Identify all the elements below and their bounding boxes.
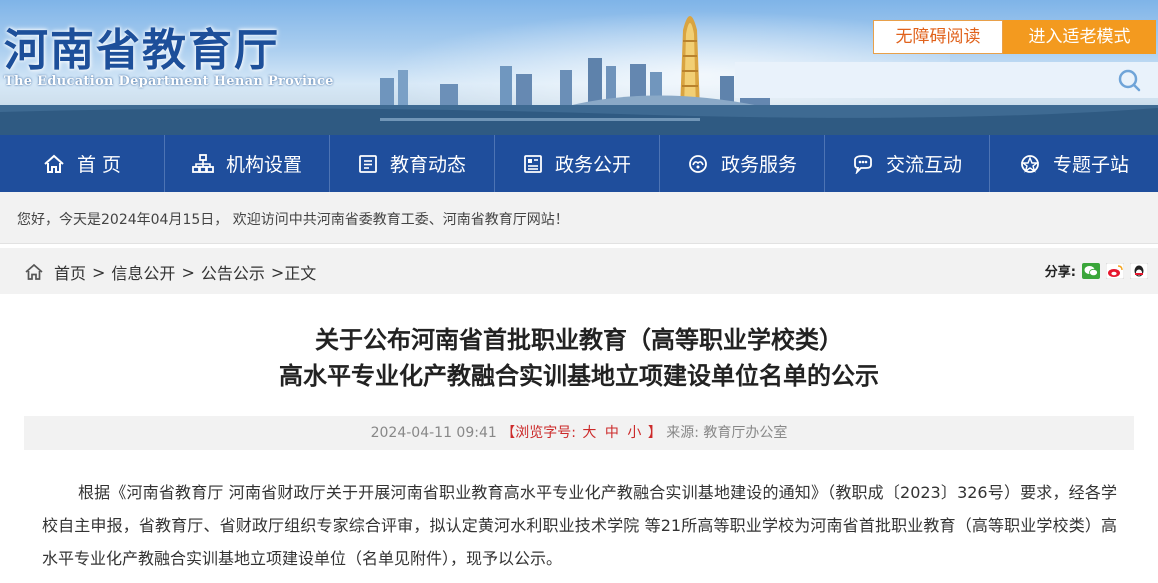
breadcrumb-separator: > — [270, 262, 285, 282]
nav-item-label: 教育动态 — [389, 154, 466, 176]
topic-icon — [1020, 154, 1040, 173]
nav-item-label: 专题子站 — [1052, 154, 1129, 176]
elder-mode-button[interactable]: 进入适老模式 — [1003, 20, 1156, 54]
font-size-large[interactable]: 大 — [582, 425, 596, 441]
nav-item-org[interactable]: 机构设置 — [165, 135, 330, 192]
welcome-text: 您好，今天是2024年04月15日， 欢迎访问中共河南省委教育工委、河南省教育厅… — [17, 212, 569, 228]
org-icon — [192, 153, 214, 173]
breadcrumb: 首页 > 信息公开 > 公告公示 > 正文 — [24, 260, 316, 284]
share-label: 分享: — [1044, 265, 1076, 280]
gov-open-icon — [524, 154, 542, 173]
font-size-small[interactable]: 小 — [627, 425, 641, 441]
nav-item-news[interactable]: 教育动态 — [330, 135, 495, 192]
service-icon — [689, 154, 707, 173]
article-source: 来源: 教育厅办公室 — [666, 425, 788, 441]
nav-item-label: 政务公开 — [554, 154, 631, 176]
nav-item-interact[interactable]: 交流互动 — [825, 135, 990, 192]
interact-icon — [854, 154, 872, 174]
nav-item-gov-open[interactable]: 政务公开 — [495, 135, 660, 192]
search-icon — [1118, 69, 1141, 92]
header-banner: 河南省教育厅 The Education Department Henan Pr… — [0, 0, 1158, 135]
breadcrumb-home-link[interactable]: 首页 — [54, 260, 86, 284]
site-title: 河南省教育厅 — [4, 25, 280, 76]
home-icon — [44, 154, 64, 173]
search-input[interactable] — [735, 62, 1158, 98]
breadcrumb-bar: 首页 > 信息公开 > 公告公示 > 正文 分享: — [0, 248, 1158, 294]
breadcrumb-info-link[interactable]: 信息公开 — [111, 260, 175, 284]
article-body: 根据《河南省教育厅 河南省财政厅关于开展河南省职业教育高水平专业化产教融合实训基… — [42, 483, 1117, 568]
article-title: 关于公布河南省首批职业教育（高等职业学校类） 高水平专业化产教融合实训基地立项建… — [0, 322, 1158, 394]
breadcrumb-separator: > — [181, 262, 195, 282]
welcome-bar: 您好，今天是2024年04月15日， 欢迎访问中共河南省委教育工委、河南省教育厅… — [0, 192, 1158, 244]
article-meta: 2024-04-11 09:41 【浏览字号: 大 中 小 】 来源: 教育厅办… — [24, 416, 1134, 450]
nav-item-label: 首 页 — [76, 154, 122, 176]
accessible-reading-button[interactable]: 无障碍阅读 — [873, 20, 1003, 54]
breadcrumb-separator: > — [92, 262, 106, 282]
qq-icon[interactable] — [1130, 262, 1148, 279]
nav-item-label: 政务服务 — [720, 154, 797, 176]
article-title-line2: 高水平专业化产教融合实训基地立项建设单位名单的公示 — [279, 362, 879, 390]
font-size-close: 】 — [647, 425, 662, 441]
home-icon — [25, 263, 43, 280]
nav-item-label: 交流互动 — [885, 154, 962, 176]
wechat-icon[interactable] — [1082, 262, 1100, 279]
font-size-label: 【浏览字号: — [501, 425, 576, 441]
font-size-medium[interactable]: 中 — [605, 425, 619, 441]
nav-item-label: 机构设置 — [225, 154, 302, 176]
nav-item-home[interactable]: 首 页 — [0, 135, 165, 192]
news-icon — [359, 154, 377, 173]
nav-item-topic[interactable]: 专题子站 — [990, 135, 1158, 192]
main-nav: 首 页 机构设置 教育动态 政务公开 政务服务 交流互动 专题子站 — [0, 135, 1158, 192]
search-button[interactable] — [1114, 66, 1144, 94]
share-bar: 分享: — [1045, 261, 1148, 280]
weibo-icon[interactable] — [1106, 262, 1124, 279]
nav-item-service[interactable]: 政务服务 — [660, 135, 825, 192]
breadcrumb-notice-link[interactable]: 公告公示 — [201, 260, 265, 284]
article-title-line1: 关于公布河南省首批职业教育（高等职业学校类） — [315, 326, 843, 354]
breadcrumb-current: 正文 — [284, 264, 317, 283]
article-date: 2024-04-11 09:41 — [370, 425, 497, 441]
site-subtitle: The Education Department Henan Province — [4, 74, 334, 89]
